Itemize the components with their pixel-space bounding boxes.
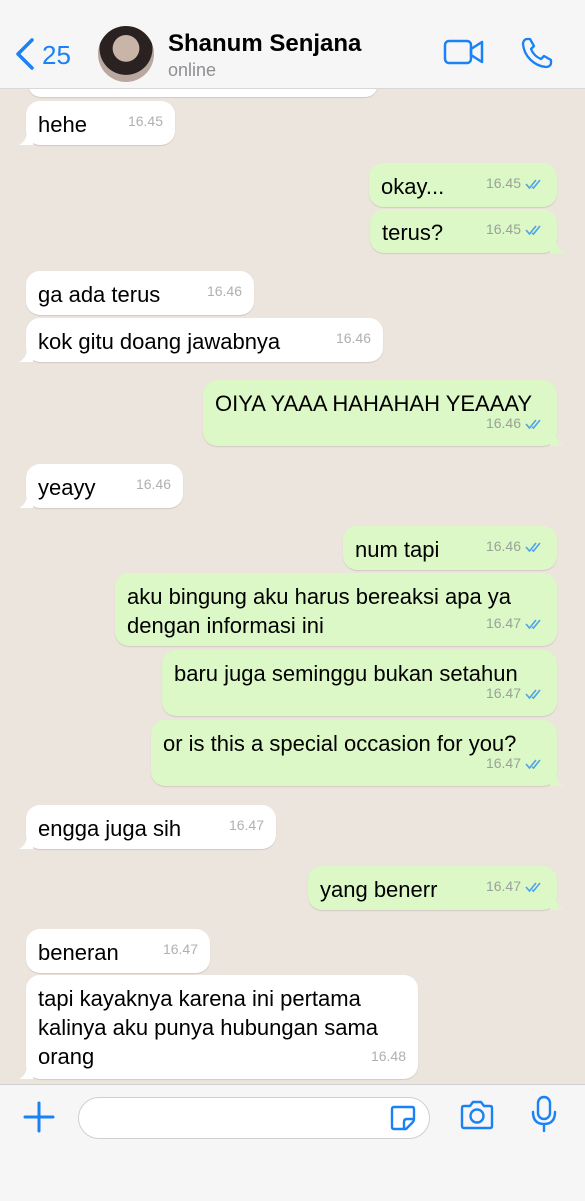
bubble-tail	[19, 494, 33, 508]
message-bubble[interactable]: OIYA YAAA HAHAHAH YEAAAY 16.46	[203, 380, 564, 446]
message-time: 16.47	[485, 685, 521, 701]
message-bubble[interactable]: or is this a special occasion for you? 1…	[151, 720, 564, 786]
message-meta: 16.47	[486, 679, 545, 708]
message-input-bar	[0, 1084, 585, 1201]
chat-header: 25 Shanum Senjana online	[0, 0, 585, 89]
phone-icon[interactable]	[520, 36, 554, 70]
message-text: kok gitu doang jawabnya	[38, 329, 281, 354]
message-text: engga juga sih	[38, 816, 182, 841]
chevron-left-icon[interactable]	[12, 36, 40, 72]
message-bubble[interactable]: engga juga sih 16.47	[19, 805, 276, 849]
message-time: 16.46	[206, 283, 242, 299]
plus-icon[interactable]	[22, 1100, 56, 1134]
message-bubble[interactable]: beneran 16.47	[26, 929, 210, 973]
message-time: 16.47	[228, 817, 264, 833]
message-bubble[interactable]: yeayy 16.46	[19, 464, 183, 508]
message-time: 16.47	[485, 755, 521, 771]
message-text: yang benerr	[320, 877, 438, 902]
message-meta: 16.46	[486, 409, 545, 438]
message-bubble[interactable]: ga ada terus 16.46	[26, 271, 254, 315]
message-time: 16.48	[370, 1048, 406, 1064]
message-time: 16.46	[485, 415, 521, 431]
message-text: beneran	[38, 940, 119, 965]
message-time: 16.46	[135, 476, 171, 492]
message-text: tapi kayaknya karena ini pertama kalinya…	[38, 986, 379, 1069]
message-text: yeayy	[38, 475, 96, 500]
bubble-tail	[550, 896, 564, 910]
message-bubble[interactable]: terus? 16.45	[370, 209, 564, 253]
double-check-icon	[525, 759, 541, 770]
message-time: 16.46	[335, 330, 371, 346]
bubble-tail	[550, 772, 564, 786]
message-meta: 16.47	[486, 872, 545, 901]
bubble-tail	[550, 239, 564, 253]
message-text: okay...	[381, 174, 445, 199]
message-text: baru juga seminggu bukan setahun	[174, 661, 518, 686]
double-check-icon	[525, 689, 541, 700]
video-camera-icon[interactable]	[443, 36, 485, 68]
message-bubble[interactable]: tapi kayaknya karena ini pertama kalinya…	[19, 975, 418, 1079]
bubble-tail	[19, 835, 33, 849]
message-list[interactable]: hehe 16.45 okay... 16.45 terus? 16.45 ga…	[0, 89, 585, 1084]
bubble-tail	[19, 131, 33, 145]
message-time: 16.47	[162, 941, 198, 957]
double-check-icon	[525, 225, 541, 236]
message-text: num tapi	[355, 537, 440, 562]
message-text: or is this a special occasion for you?	[163, 731, 517, 756]
message-meta: 16.47	[486, 609, 545, 638]
message-meta: 16.45	[486, 169, 545, 198]
microphone-icon[interactable]	[530, 1095, 558, 1133]
message-text: terus?	[382, 220, 444, 245]
message-time: 16.46	[485, 538, 521, 554]
bubble-tail	[550, 432, 564, 446]
double-check-icon	[525, 179, 541, 190]
message-time: 16.45	[485, 221, 521, 237]
double-check-icon	[525, 882, 541, 893]
message-text: OIYA YAAA HAHAHAH YEAAAY	[215, 391, 533, 416]
message-time: 16.47	[485, 878, 521, 894]
message-text: ga ada terus	[38, 282, 161, 307]
message-text: hehe	[38, 112, 87, 137]
message-time: 16.45	[127, 113, 163, 129]
message-text: aku bingung aku harus bereaksi apa ya de…	[127, 584, 512, 638]
message-bubble[interactable]: okay... 16.45	[369, 163, 557, 207]
bubble-tail	[19, 1065, 33, 1079]
double-check-icon	[525, 619, 541, 630]
contact-status: online	[168, 60, 217, 80]
camera-icon[interactable]	[459, 1099, 495, 1131]
message-bubble[interactable]: yang benerr 16.47	[308, 866, 564, 910]
message-bubble[interactable]: kok gitu doang jawabnya 16.46	[19, 318, 383, 362]
message-bubble[interactable]: baru juga seminggu bukan setahun 16.47	[162, 650, 557, 716]
message-time: 16.45	[485, 175, 521, 191]
double-check-icon	[525, 419, 541, 430]
back-unread-count[interactable]: 25	[42, 40, 71, 71]
message-meta: 16.45	[486, 215, 545, 244]
contact-name[interactable]: Shanum Senjana	[168, 30, 361, 58]
bubble-tail	[19, 348, 33, 362]
message-input[interactable]	[78, 1097, 430, 1139]
double-check-icon	[525, 542, 541, 553]
avatar[interactable]	[98, 26, 154, 82]
message-meta: 16.46	[486, 532, 545, 561]
message-bubble[interactable]: num tapi 16.46	[343, 526, 557, 570]
message-meta: 16.47	[486, 749, 545, 778]
message-time: 16.47	[485, 615, 521, 631]
message-bubble[interactable]: hehe 16.45	[19, 101, 175, 145]
message-bubble[interactable]: aku bingung aku harus bereaksi apa ya de…	[115, 573, 557, 646]
message-bubble-partial	[28, 89, 378, 97]
sticker-icon[interactable]	[389, 1104, 417, 1132]
